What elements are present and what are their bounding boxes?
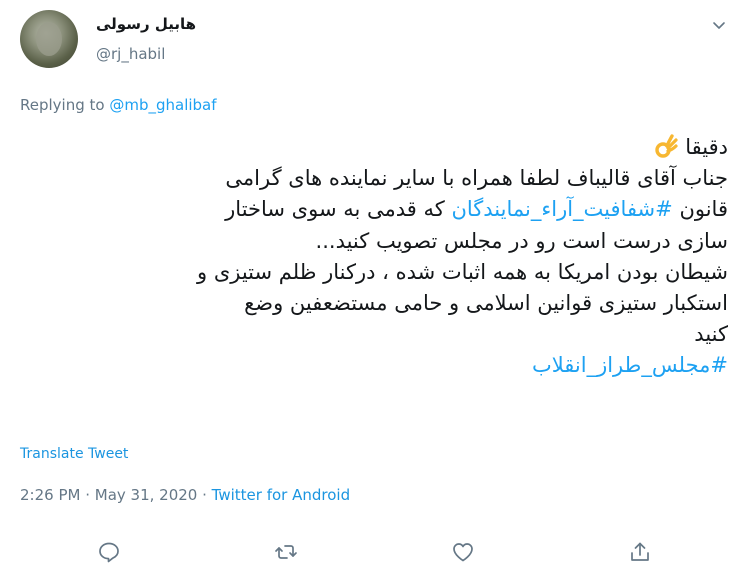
retweet-icon[interactable] — [274, 540, 298, 564]
replying-to: Replying to @mb_ghalibaf — [20, 96, 217, 114]
hashtag-link[interactable]: #مجلس_طراز_انقلاب — [532, 353, 728, 377]
tweet-line-2: جناب آقای قالیباف لطفا همراه با سایر نما… — [225, 166, 728, 191]
replying-to-mention[interactable]: @mb_ghalibaf — [109, 96, 216, 114]
tweet-line-5: شیطان بودن امریکا به همه اثبات شده ، درک… — [197, 259, 728, 284]
tweet-line-1: دقیقا — [16, 132, 728, 163]
tweet-line-7: کنید — [694, 322, 728, 347]
replying-to-label: Replying to — [20, 96, 110, 114]
reply-icon[interactable] — [97, 540, 121, 564]
tweet-line-3-prefix: قانون — [672, 197, 728, 222]
tweet-source[interactable]: Twitter for Android — [212, 486, 350, 504]
tweet-line-1-text: دقیقا — [685, 135, 728, 159]
tweet-text: دقیقا جناب آقای قالیباف لطفا همراه با سا… — [16, 132, 728, 382]
avatar[interactable] — [20, 10, 78, 68]
tweet-actions — [0, 540, 748, 570]
chevron-down-icon[interactable] — [711, 17, 727, 33]
heart-icon[interactable] — [451, 540, 475, 564]
author-handle[interactable]: @rj_habil — [96, 45, 165, 63]
tweet-line-8: #مجلس_طراز_انقلاب — [16, 350, 728, 381]
ok-hand-emoji-icon — [653, 133, 679, 159]
tweet-date[interactable]: May 31, 2020 — [95, 486, 198, 504]
tweet-line-6: استکبار ستیزی قوانین اسلامی و حامی مستضع… — [244, 291, 728, 316]
share-icon[interactable] — [628, 540, 652, 564]
meta-separator: · — [197, 486, 212, 504]
tweet-time[interactable]: 2:26 PM — [20, 486, 80, 504]
hashtag-link[interactable]: #شفافیت_آراء_نمایندگان — [451, 197, 672, 221]
author-display-name[interactable]: هابیل رسولی — [96, 15, 196, 33]
tweet-line-3: قانون #شفافیت_آراء_نمایندگان که قدمی به … — [16, 194, 728, 225]
avatar-face — [36, 22, 62, 56]
meta-separator: · — [80, 486, 95, 504]
tweet-line-3-suffix: که قدمی به سوی ساختار — [225, 197, 452, 222]
translate-tweet-link[interactable]: Translate Tweet — [20, 446, 128, 462]
tweet-meta: 2:26 PM · May 31, 2020 · Twitter for And… — [20, 486, 350, 504]
tweet-line-4: سازی درست است رو در مجلس تصویب کنید... — [315, 228, 728, 253]
